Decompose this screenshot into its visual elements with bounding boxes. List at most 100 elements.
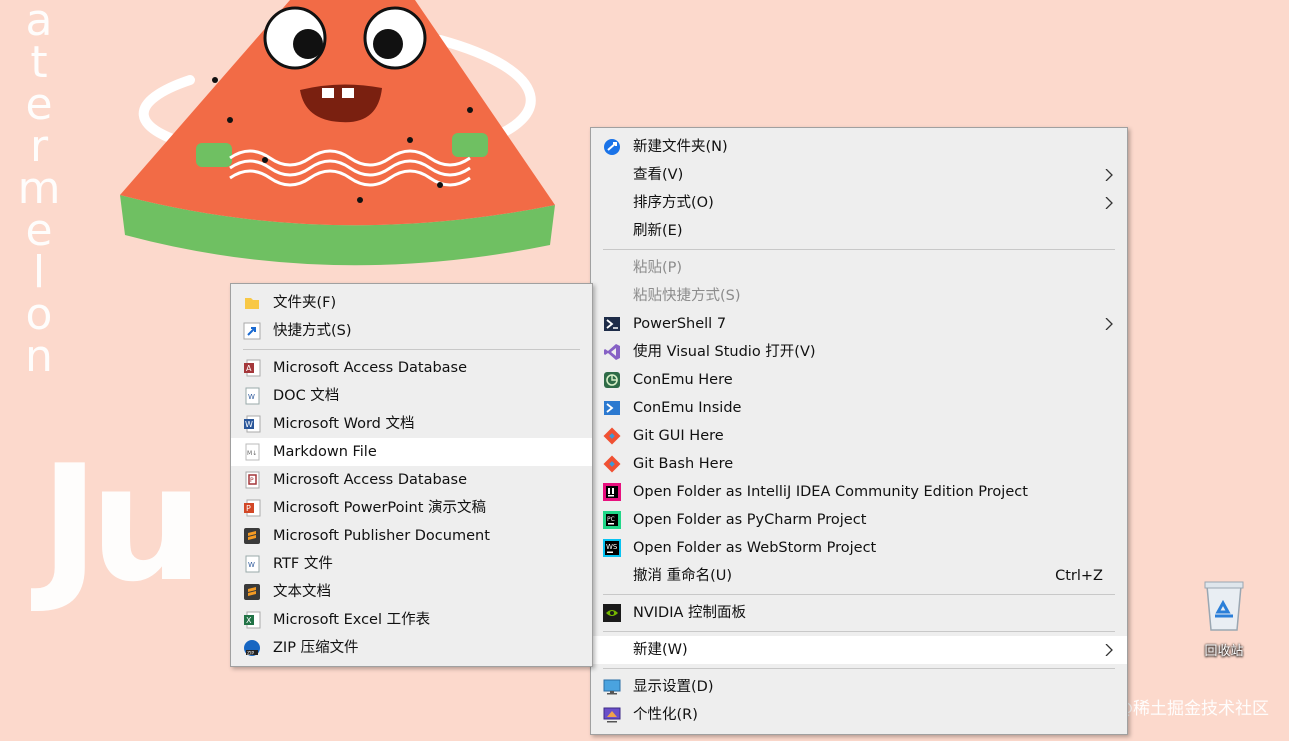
display-icon xyxy=(603,678,621,696)
submenu-item-doc[interactable]: W DOC 文档 xyxy=(231,382,592,410)
watermelon-illustration xyxy=(120,0,555,266)
svg-text:PC: PC xyxy=(607,516,615,523)
markdown-icon: M↓ xyxy=(243,443,261,461)
menu-item-conemu-here[interactable]: ConEmu Here xyxy=(591,366,1127,394)
menu-item-label: 粘贴(P) xyxy=(633,260,683,276)
svg-text:W: W xyxy=(245,420,253,429)
menu-item-shortcut: Ctrl+Z xyxy=(1055,568,1103,584)
menu-item-visual-studio[interactable]: 使用 Visual Studio 打开(V) xyxy=(591,338,1127,366)
access-icon: P xyxy=(243,471,261,489)
powershell-icon xyxy=(603,315,621,333)
submenu-item-rtf[interactable]: W RTF 文件 xyxy=(231,550,592,578)
menu-item-nvidia[interactable]: NVIDIA 控制面板 xyxy=(591,599,1127,627)
conemu-icon xyxy=(603,371,621,389)
menu-item-label: Open Folder as IntelliJ IDEA Community E… xyxy=(633,484,1028,500)
submenu-item-label: Microsoft Access Database xyxy=(273,360,468,376)
menu-item-sort[interactable]: 排序方式(O) xyxy=(591,189,1127,217)
menu-item-intellij[interactable]: Open Folder as IntelliJ IDEA Community E… xyxy=(591,478,1127,506)
menu-item-label: ConEmu Here xyxy=(633,372,733,388)
menu-item-new[interactable]: 新建(W) xyxy=(591,636,1127,664)
svg-text:W: W xyxy=(248,561,255,569)
powerpoint-icon: P xyxy=(243,499,261,517)
menu-item-label: 查看(V) xyxy=(633,167,684,183)
svg-text:M↓: M↓ xyxy=(247,450,257,457)
submenu-item-label: RTF 文件 xyxy=(273,556,333,572)
pycharm-icon: PC xyxy=(603,511,621,529)
menu-item-label: 使用 Visual Studio 打开(V) xyxy=(633,344,816,360)
word-icon: W xyxy=(243,415,261,433)
menu-item-label: 排序方式(O) xyxy=(633,195,714,211)
nvidia-icon xyxy=(603,604,621,622)
submenu-item-label: Microsoft PowerPoint 演示文稿 xyxy=(273,500,487,516)
new-folder-icon xyxy=(603,138,621,156)
chevron-right-icon xyxy=(1105,644,1113,656)
svg-text:W: W xyxy=(248,393,255,401)
submenu-item-access-db[interactable]: A Microsoft Access Database xyxy=(231,354,592,382)
menu-item-label: Open Folder as PyCharm Project xyxy=(633,512,867,528)
menu-item-label: 粘贴快捷方式(S) xyxy=(633,288,741,304)
svg-text:ZIP: ZIP xyxy=(247,651,254,657)
wallpaper-big-text: Ju xyxy=(40,430,203,617)
recycle-bin[interactable]: 回收站 xyxy=(1194,578,1254,659)
menu-item-git-gui[interactable]: Git GUI Here xyxy=(591,422,1127,450)
menu-item-personalize[interactable]: 个性化(R) xyxy=(591,701,1127,729)
chevron-right-icon xyxy=(1105,197,1113,209)
submenu-item-word[interactable]: W Microsoft Word 文档 xyxy=(231,410,592,438)
menu-item-paste[interactable]: 粘贴(P) xyxy=(591,254,1127,282)
menu-item-paste-shortcut[interactable]: 粘贴快捷方式(S) xyxy=(591,282,1127,310)
recycle-bin-label: 回收站 xyxy=(1204,644,1244,659)
svg-text:A: A xyxy=(246,364,252,373)
submenu-item-label: DOC 文档 xyxy=(273,388,340,404)
submenu-item-label: 文本文档 xyxy=(273,584,331,600)
intellij-icon xyxy=(603,483,621,501)
menu-item-powershell[interactable]: PowerShell 7 xyxy=(591,310,1127,338)
menu-separator xyxy=(603,631,1115,632)
chevron-right-icon xyxy=(1105,318,1113,330)
sublime-icon xyxy=(243,527,261,545)
menu-item-undo-rename[interactable]: 撤消 重命名(U) Ctrl+Z xyxy=(591,562,1127,590)
menu-item-new-folder[interactable]: 新建文件夹(N) xyxy=(591,133,1127,161)
menu-separator xyxy=(603,668,1115,669)
menu-item-label: Open Folder as WebStorm Project xyxy=(633,540,877,556)
folder-icon xyxy=(243,294,261,312)
submenu-item-excel[interactable]: X Microsoft Excel 工作表 xyxy=(231,606,592,634)
menu-item-label: 撤消 重命名(U) xyxy=(633,568,733,584)
menu-item-label: 个性化(R) xyxy=(633,707,698,723)
submenu-item-zip[interactable]: ZIP ZIP 压缩文件 xyxy=(231,634,592,662)
submenu-item-text[interactable]: 文本文档 xyxy=(231,578,592,606)
submenu-item-publisher[interactable]: Microsoft Publisher Document xyxy=(231,522,592,550)
menu-item-label: 刷新(E) xyxy=(633,223,683,239)
submenu-item-label: Microsoft Publisher Document xyxy=(273,528,490,544)
menu-item-conemu-inside[interactable]: ConEmu Inside xyxy=(591,394,1127,422)
submenu-item-markdown[interactable]: M↓ Markdown File xyxy=(231,438,592,466)
menu-item-refresh[interactable]: 刷新(E) xyxy=(591,217,1127,245)
wallpaper-side-text: a t e r m e l o n xyxy=(17,0,61,382)
submenu-item-label: ZIP 压缩文件 xyxy=(273,640,359,656)
personalize-icon xyxy=(603,706,621,724)
desktop-context-menu: 新建文件夹(N) 查看(V) 排序方式(O) 刷新(E) 粘贴(P) 粘贴快捷方… xyxy=(590,127,1128,735)
git-icon xyxy=(603,455,621,473)
submenu-item-label: 文件夹(F) xyxy=(273,295,337,311)
submenu-item-shortcut[interactable]: 快捷方式(S) xyxy=(231,317,592,345)
menu-item-display-settings[interactable]: 显示设置(D) xyxy=(591,673,1127,701)
access-icon: A xyxy=(243,359,261,377)
menu-item-webstorm[interactable]: WS Open Folder as WebStorm Project xyxy=(591,534,1127,562)
submenu-item-access-db-2[interactable]: P Microsoft Access Database xyxy=(231,466,592,494)
menu-item-pycharm[interactable]: PC Open Folder as PyCharm Project xyxy=(591,506,1127,534)
doc-icon: W xyxy=(243,387,261,405)
submenu-item-powerpoint[interactable]: P Microsoft PowerPoint 演示文稿 xyxy=(231,494,592,522)
sublime-icon xyxy=(243,583,261,601)
menu-item-label: ConEmu Inside xyxy=(633,400,742,416)
svg-text:X: X xyxy=(246,616,252,625)
chevron-right-icon xyxy=(1105,169,1113,181)
menu-item-view[interactable]: 查看(V) xyxy=(591,161,1127,189)
svg-text:P: P xyxy=(250,477,254,484)
submenu-item-label: Microsoft Access Database xyxy=(273,472,468,488)
menu-item-label: Git Bash Here xyxy=(633,456,734,472)
recycle-bin-icon xyxy=(1204,581,1244,631)
submenu-item-folder[interactable]: 文件夹(F) xyxy=(231,289,592,317)
new-submenu: 文件夹(F) 快捷方式(S) A Microsoft Access Databa… xyxy=(230,283,593,667)
menu-item-git-bash[interactable]: Git Bash Here xyxy=(591,450,1127,478)
visual-studio-icon xyxy=(603,343,621,361)
menu-item-label: 新建(W) xyxy=(633,642,688,658)
